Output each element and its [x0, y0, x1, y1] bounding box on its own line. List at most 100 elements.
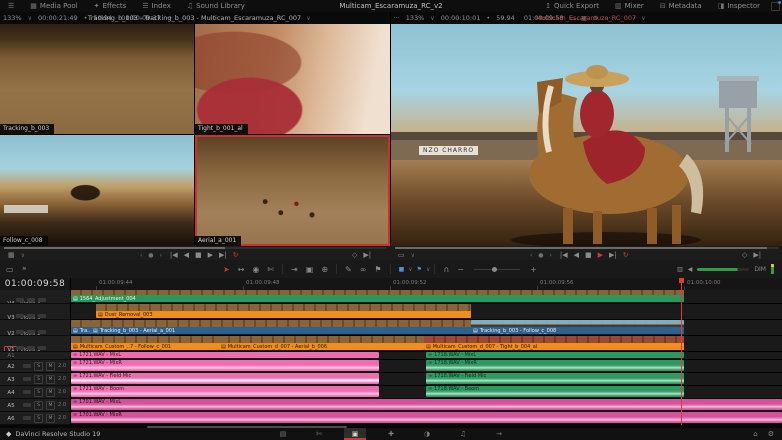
multicam-view-icon[interactable]: ▦: [8, 251, 15, 259]
timeline-zoom-level[interactable]: 133%: [406, 14, 425, 22]
mute-button[interactable]: M: [46, 414, 55, 423]
audio-track-header-a5[interactable]: A5SM2.0: [0, 399, 70, 412]
metadata-button[interactable]: ⊟Metadata: [652, 0, 710, 12]
effects-button[interactable]: ✦Effects: [86, 0, 135, 12]
lock-icon[interactable]: [23, 416, 31, 420]
chevron-down-icon[interactable]: ∨: [411, 252, 415, 259]
video-track-header-v1[interactable]: V1Video 1: [0, 336, 70, 352]
timeline-scrub-bar[interactable]: [395, 247, 778, 249]
audio-track-header-a2[interactable]: A2SM2.0: [0, 360, 70, 373]
playhead[interactable]: [681, 278, 682, 425]
multicam-angle-follow[interactable]: Follow_c_008: [0, 135, 194, 246]
page-button-edit[interactable]: ▣: [344, 428, 366, 440]
destination-icon[interactable]: [27, 298, 35, 302]
audio-track-a5[interactable]: ∞1701.WAV - MixL: [71, 399, 782, 412]
audio-track-header-a6[interactable]: A6SM2.0: [0, 412, 70, 425]
link-clips-button[interactable]: ∞: [360, 265, 367, 274]
video-clip[interactable]: ▤Multicam_Custom_d_007 - Aerial_b_006: [219, 336, 424, 350]
track-badge-a4[interactable]: A4: [4, 389, 18, 397]
multicam-angle-aerial-selected[interactable]: Aerial_a_001: [195, 135, 390, 246]
loop-button[interactable]: ↻: [233, 251, 239, 259]
video-track-header-v3[interactable]: V3Video 3: [0, 304, 70, 320]
track-badge-a2[interactable]: A2: [4, 363, 18, 371]
audio-clip[interactable]: ∞1721.WAV - Boom: [71, 386, 379, 397]
page-button-cut[interactable]: ✄: [308, 428, 330, 440]
trim-tool-button[interactable]: ↔: [238, 265, 245, 274]
timeline-viewer-image[interactable]: NZO CHARRO: [391, 24, 782, 246]
play-button-active[interactable]: ▶: [598, 251, 603, 259]
video-track-header-v4[interactable]: V4Video 4: [0, 290, 70, 304]
monitor-volume-slider[interactable]: [697, 268, 749, 271]
audio-clip[interactable]: ∞1721.WAV - MixR: [71, 360, 379, 371]
chevron-down-icon[interactable]: ∨: [430, 15, 434, 22]
inspector-button[interactable]: ◨Inspector: [710, 0, 768, 12]
track-badge-a3[interactable]: A3: [4, 376, 18, 384]
video-track-v1[interactable]: ▤Multicam_Custom_..7 - Follow_c_001▤Mult…: [71, 336, 782, 352]
audio-clip[interactable]: ∞1721.WAV - MixL: [71, 352, 379, 358]
enable-icon[interactable]: [38, 330, 46, 334]
audio-clip[interactable]: ∞1701.WAV - MixL: [71, 399, 782, 410]
stop-button[interactable]: ■: [585, 251, 592, 259]
mute-button[interactable]: M: [46, 375, 55, 384]
audio-track-header-a3[interactable]: A3SM2.0: [0, 373, 70, 386]
solo-button[interactable]: S: [34, 414, 43, 423]
app-menu-button[interactable]: ☰: [0, 0, 22, 12]
mute-button[interactable]: M: [46, 362, 55, 371]
timeline-zoom-slider[interactable]: [474, 269, 520, 270]
track-control-icons[interactable]: [16, 330, 46, 334]
mute-button[interactable]: M: [46, 388, 55, 397]
selection-tool-button[interactable]: ➤: [223, 265, 230, 274]
track-control-icons[interactable]: [16, 346, 46, 350]
solo-button[interactable]: S: [34, 401, 43, 410]
mute-button[interactable]: M: [46, 401, 55, 410]
timeline-title[interactable]: Multicam_Escaramuza_RC_007 ∨: [533, 14, 646, 22]
first-frame-button[interactable]: |◀: [560, 251, 568, 259]
chevron-down-icon[interactable]: ∨: [21, 252, 25, 259]
timeline-view-icon[interactable]: ▭: [398, 251, 405, 259]
enable-icon[interactable]: [38, 314, 46, 318]
speaker-icon[interactable]: ◀: [688, 266, 693, 273]
pen-tool-button[interactable]: ✎: [345, 265, 352, 274]
source-scrub-bar[interactable]: [4, 247, 386, 249]
audio-track-a3[interactable]: ∞1721.WAV - Field Mic∞1718.WAV - Field M…: [71, 373, 782, 386]
audio-clip[interactable]: ∞1718.WAV - MixR: [426, 360, 684, 371]
source-clip-title[interactable]: Tracking_b_003 - Tracking_b_003 - Multic…: [85, 14, 311, 22]
audio-clip[interactable]: ∞1718.WAV - MixL: [426, 352, 684, 358]
dynamic-trim-button[interactable]: ◉: [252, 265, 259, 274]
solo-button[interactable]: S: [34, 375, 43, 384]
first-frame-button[interactable]: |◀: [170, 251, 178, 259]
lock-icon[interactable]: [16, 314, 24, 318]
timeline-options-ellipsis[interactable]: ···: [394, 14, 400, 22]
audio-meter-icon[interactable]: ▥: [677, 266, 683, 273]
jog-shuttle[interactable]: ‹ ● ›: [530, 252, 554, 259]
timeline-master-timecode[interactable]: 01:00:09:58: [0, 278, 70, 290]
timeline-viewer-mode[interactable]: ▭ ∨: [398, 250, 415, 260]
next-edit-icon[interactable]: ▶|: [753, 251, 761, 259]
chevron-down-icon[interactable]: ∨: [408, 266, 412, 273]
audio-track-a6[interactable]: ∞1701.WAV - MixR: [71, 412, 782, 425]
snapping-button[interactable]: ∩: [443, 265, 449, 274]
video-clip[interactable]: ▤Multicam_Custom_..7 - Follow_c_001: [71, 336, 219, 350]
audio-track-a4[interactable]: ∞1721.WAV - Boom∞1718.WAV - Boom: [71, 386, 782, 399]
chevron-down-icon[interactable]: ∨: [426, 266, 430, 273]
lock-icon[interactable]: [16, 298, 24, 302]
track-control-icons[interactable]: [16, 314, 46, 318]
match-frame-icon[interactable]: ◇: [742, 251, 747, 259]
flag-color-button[interactable]: ⚑: [417, 266, 422, 273]
video-clip[interactable]: ▤Tra.._al: [71, 320, 91, 334]
video-track-v3[interactable]: ▤Dust_Removal_003: [71, 304, 782, 320]
sound-library-button[interactable]: ♫Sound Library: [179, 0, 253, 12]
audio-clip[interactable]: ∞1701.WAV - MixR: [71, 412, 782, 423]
play-reverse-button[interactable]: ◀: [184, 251, 189, 259]
overwrite-clip-button[interactable]: ▣: [306, 265, 314, 274]
notification-icon[interactable]: [771, 2, 780, 11]
multicam-angle-tracking[interactable]: Tracking_b_003: [0, 24, 194, 134]
video-clip[interactable]: ▤Tracking_b_003 - Aerial_a_001: [91, 320, 471, 334]
timeline-flag-icon[interactable]: ⚑: [22, 266, 27, 273]
replace-clip-button[interactable]: ⊕: [321, 265, 328, 274]
zoom-in-button[interactable]: +: [530, 265, 537, 274]
project-manager-icon[interactable]: ⌂: [753, 430, 757, 438]
dim-button[interactable]: DIM: [754, 266, 766, 273]
timeline-tracks-area[interactable]: 01:00:09:4401:00:09:4801:00:09:5201:00:0…: [71, 278, 782, 425]
track-badge-a1[interactable]: A1: [4, 352, 18, 360]
